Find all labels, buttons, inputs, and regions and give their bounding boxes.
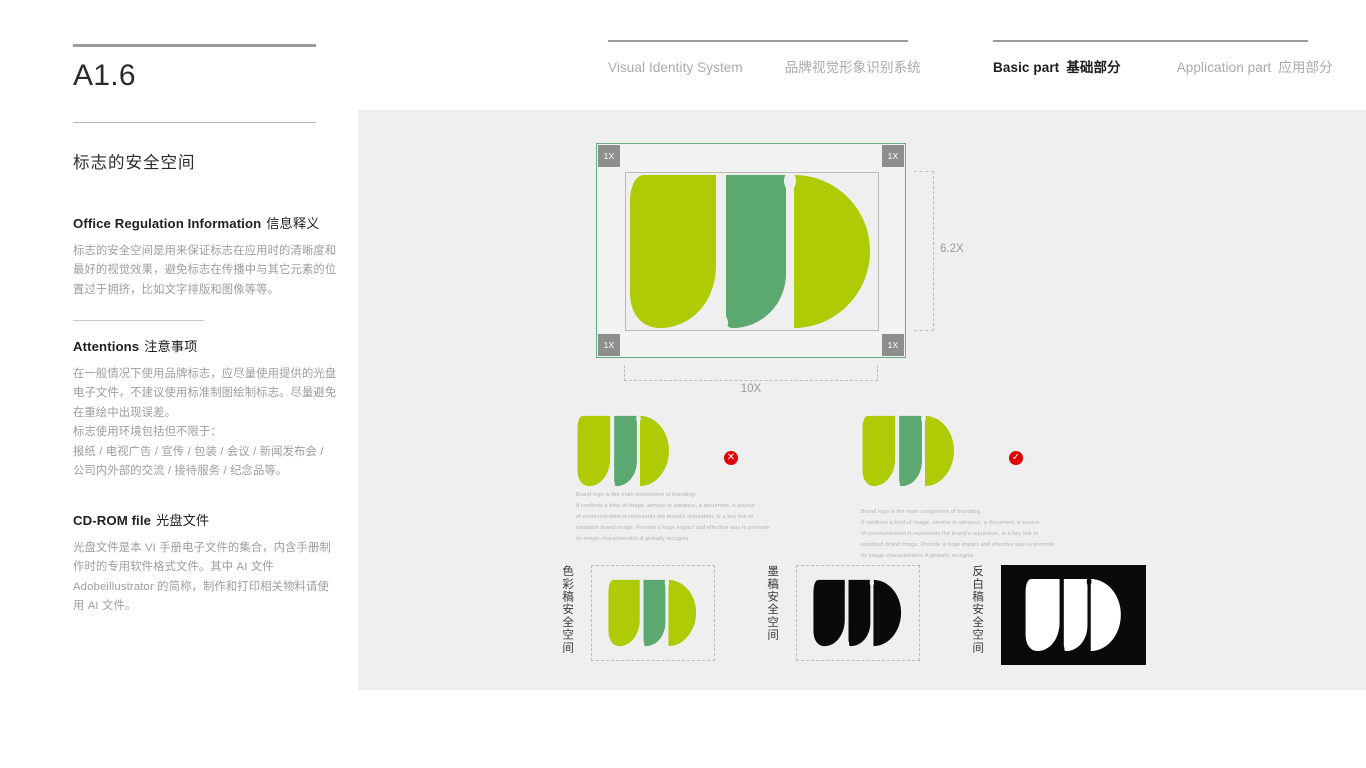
- nav-item-basic-part-en: Basic part: [993, 60, 1060, 75]
- sidebar-rule-top: [73, 44, 316, 47]
- comparison-incorrect-paragraph: Brand logo is the main component of bran…: [576, 490, 816, 545]
- section-attentions-line-3: 报纸 / 电视广告 / 宣传 / 包装 / 会议 / 新闻发布会 / 公司内外部…: [73, 445, 324, 478]
- incorrect-paragraph-line-3: of communication;It represents the brand…: [576, 513, 754, 520]
- corner-marker-bottom-right: 1X: [882, 334, 904, 356]
- page-root: Visual Identity System 品牌视觉形象识别系统 Basic …: [0, 0, 1366, 768]
- corner-marker-top-right: 1X: [882, 145, 904, 167]
- corner-marker-top-left: 1X: [598, 145, 620, 167]
- variant-frame-reverse: [1001, 565, 1146, 665]
- incorrect-badge-icon: ✕: [724, 451, 738, 465]
- section-cdrom-heading-cn: 光盘文件: [156, 513, 210, 528]
- clearspace-inner-frame: [625, 172, 879, 331]
- section-cdrom: CD-ROM file 光盘文件 光盘文件是本 VI 手册电子文件的集合，内含手册…: [73, 510, 338, 617]
- dimension-bracket-width: [624, 365, 878, 381]
- brand-logo-color: [608, 579, 697, 647]
- nav-item-basic-part[interactable]: Basic part 基础部分: [993, 56, 1121, 76]
- dimension-label-width: 10X: [740, 383, 762, 395]
- incorrect-paragraph-line-4: establish brand image. Provide a huge im…: [576, 524, 770, 531]
- logo-clearspace-diagram: 1X 1X 1X 1X 6.2X 10X: [596, 143, 964, 395]
- section-office-body: 标志的安全空间是用来保证标志在应用时的清晰度和最好的视觉效果，避免标志在传播中与…: [73, 242, 338, 300]
- page-code: A1.6: [73, 58, 136, 92]
- section-attentions-heading: Attentions 注意事项: [73, 336, 338, 355]
- nav-group-right: Basic part 基础部分 Application part 应用部分: [993, 40, 1333, 76]
- variant-frame-ink: [796, 565, 920, 661]
- corner-marker-bottom-left: 1X: [598, 334, 620, 356]
- brand-logo-ink: [813, 579, 902, 647]
- section-cdrom-heading-en: CD-ROM file: [73, 513, 152, 528]
- section-attentions-line-1: 在一般情况下使用品牌标志，应尽量使用提供的光盘电子文件，不建议使用标准制图绘制标…: [73, 368, 337, 419]
- sidebar-header: A1.6 标志的安全空间: [73, 44, 338, 173]
- incorrect-paragraph-line-2: It confirms a kind of image, service in …: [576, 502, 755, 509]
- variant-label-reverse: 反白稿安全空间: [971, 565, 984, 654]
- section-office-heading-en: Office Regulation Information: [73, 216, 262, 231]
- nav-item-application-part-en: Application part: [1176, 60, 1272, 75]
- brand-logo-reverse: [1025, 578, 1121, 652]
- section-attentions-heading-cn: 注意事项: [144, 339, 198, 354]
- brand-logo-incorrect: [577, 415, 669, 487]
- variant-label-color: 色彩稿安全空间: [561, 565, 574, 654]
- correct-paragraph-line-4: establish brand image. Provide a huge im…: [861, 541, 1055, 548]
- incorrect-paragraph-line-1: Brand logo is the main component of bran…: [576, 492, 697, 498]
- section-attentions-heading-en: Attentions: [73, 339, 140, 354]
- nav-item-application-part[interactable]: Application part 应用部分: [1177, 56, 1333, 76]
- dimension-bracket-height: [914, 171, 934, 331]
- nav-group-left: Visual Identity System 品牌视觉形象识别系统: [608, 40, 921, 76]
- comparison-correct-paragraph: Brand logo is the main component of bran…: [861, 507, 1101, 562]
- page-title: 标志的安全空间: [73, 154, 196, 172]
- variant-box-color: 色彩稿安全空间: [561, 565, 721, 661]
- section-cdrom-body-text: 光盘文件是本 VI 手册电子文件的集合，内含手册制作时的专用软件格式文件。其中 …: [73, 542, 331, 613]
- incorrect-paragraph-line-5: its image characteristics.A globally rec…: [576, 535, 689, 542]
- sidebar-rule-mid: [73, 121, 316, 123]
- main-content-panel: 1X 1X 1X 1X 6.2X 10X ✕ Brand logo is the…: [358, 110, 1366, 690]
- correct-badge-icon: ✓: [1009, 451, 1023, 465]
- brand-logo-correct: [862, 415, 954, 487]
- correct-paragraph-line-3: of communication;It represents the brand…: [861, 530, 1039, 537]
- section-divider-1: [73, 320, 204, 322]
- correct-paragraph-line-2: It confirms a kind of image, service in …: [861, 519, 1040, 526]
- section-office-heading-cn: 信息释义: [266, 216, 320, 231]
- section-attentions-line-2: 标志使用环境包括但不限于：: [73, 426, 222, 439]
- section-cdrom-body: 光盘文件是本 VI 手册电子文件的集合，内含手册制作时的专用软件格式文件。其中 …: [73, 539, 338, 617]
- nav-item-application-part-cn: 应用部分: [1278, 60, 1333, 75]
- dimension-label-height: 6.2X: [940, 243, 964, 255]
- brand-logo-large: [630, 173, 870, 330]
- section-attentions-body: 在一般情况下使用品牌标志，应尽量使用提供的光盘电子文件，不建议使用标准制图绘制标…: [73, 365, 338, 482]
- correct-paragraph-line-5: its image characteristics.A globally rec…: [861, 552, 974, 559]
- nav-item-basic-part-cn: 基础部分: [1066, 60, 1121, 75]
- variant-box-ink: 墨稿安全空间: [766, 565, 926, 661]
- section-cdrom-heading: CD-ROM file 光盘文件: [73, 510, 338, 529]
- nav-item-visual-identity-system[interactable]: Visual Identity System: [608, 60, 743, 75]
- clearspace-outer-frame: 1X 1X 1X 1X: [596, 143, 906, 358]
- section-office-heading: Office Regulation Information 信息释义: [73, 213, 338, 232]
- nav-item-visual-identity-system-cn[interactable]: 品牌视觉形象识别系统: [785, 56, 921, 76]
- variant-frame-color: [591, 565, 715, 661]
- section-office-regulation: Office Regulation Information 信息释义 标志的安全空…: [73, 213, 338, 322]
- variant-label-ink: 墨稿安全空间: [766, 565, 779, 642]
- correct-paragraph-line-1: Brand logo is the main component of bran…: [861, 509, 982, 515]
- variant-box-reverse: 反白稿安全空间: [971, 565, 1151, 665]
- section-attentions: Attentions 注意事项 在一般情况下使用品牌标志，应尽量使用提供的光盘电子…: [73, 336, 338, 482]
- section-office-body-text: 标志的安全空间是用来保证标志在应用时的清晰度和最好的视觉效果，避免标志在传播中与…: [73, 245, 337, 296]
